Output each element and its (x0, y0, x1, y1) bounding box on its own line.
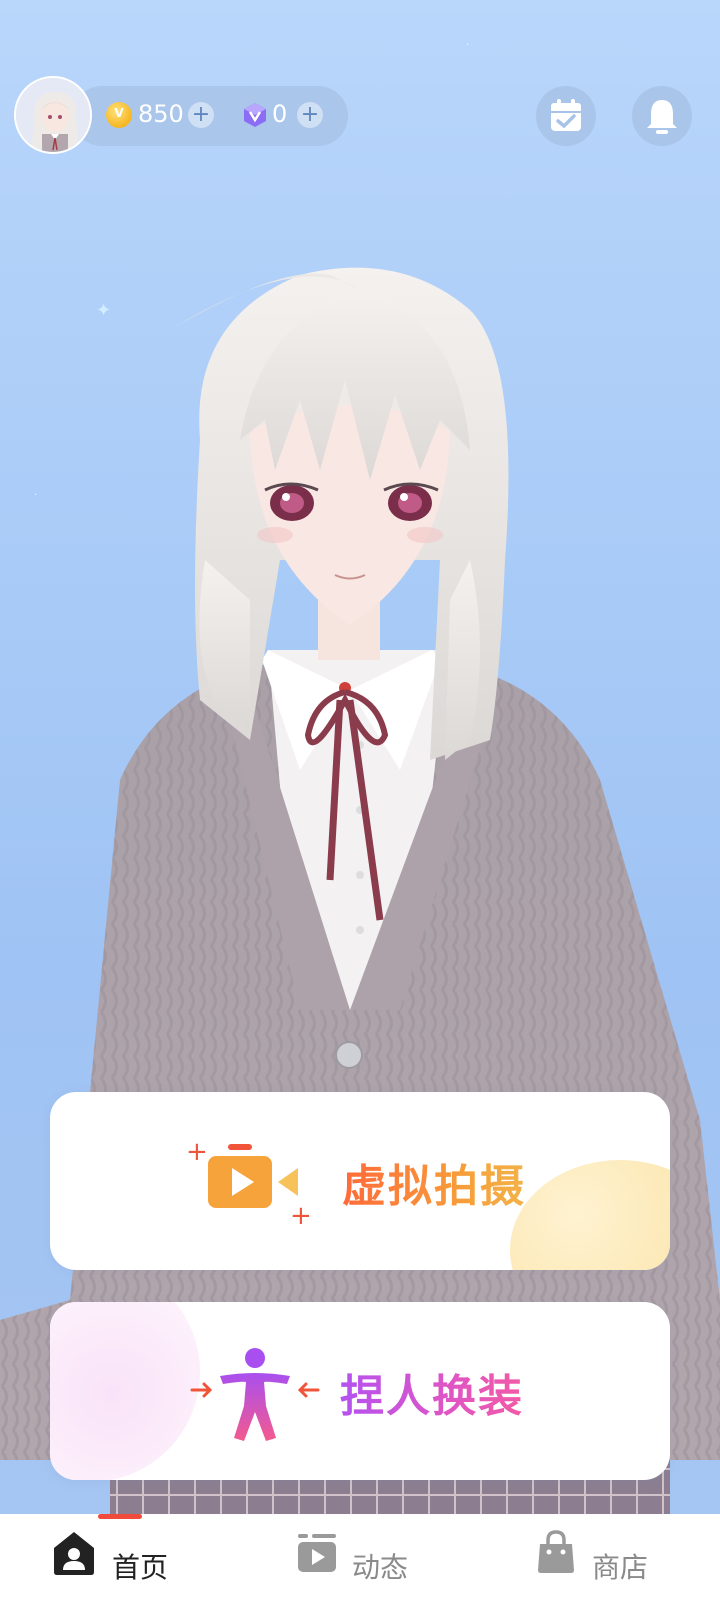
notification-button[interactable] (632, 86, 692, 146)
calendar-check-icon (551, 99, 581, 131)
gem-icon (244, 103, 266, 127)
avatar[interactable] (14, 76, 92, 154)
nav-feed[interactable]: 动态 (296, 1524, 436, 1594)
virtual-shoot-label: 虚拟拍摄 (342, 1150, 526, 1214)
calendar-button[interactable] (536, 86, 596, 146)
svg-text:+: + (186, 1137, 208, 1167)
customize-label: 捏人换装 (340, 1360, 524, 1424)
avatar-image (16, 78, 90, 152)
home-person-icon (54, 1532, 94, 1575)
nav-home-label: 首页 (112, 1551, 169, 1584)
gem-balance: 0 (272, 100, 288, 128)
nav-store[interactable]: 商店 (536, 1524, 676, 1594)
body-customize-icon (190, 1348, 320, 1441)
nav-feed-label: 动态 (352, 1551, 409, 1584)
video-camera-icon: + + (186, 1137, 312, 1226)
card-glow (50, 1302, 200, 1480)
card-glow (510, 1160, 670, 1270)
coin-icon (106, 102, 132, 128)
bell-icon (647, 100, 677, 134)
svg-text:+: + (290, 1201, 312, 1226)
character-model[interactable] (0, 0, 720, 1520)
nav-store-label: 商店 (592, 1551, 649, 1584)
coin-balance: 850 (138, 100, 184, 128)
video-feed-icon (298, 1534, 336, 1572)
nav-home[interactable]: 首页 (52, 1524, 192, 1594)
bottom-nav: 首页 动态 商店 (0, 1514, 720, 1600)
add-coins-button[interactable]: + (188, 102, 214, 128)
add-gems-button[interactable]: + (297, 102, 323, 128)
top-bar: 850 + 0 + (0, 0, 720, 154)
virtual-shoot-card[interactable]: + + 虚拟拍摄 (50, 1092, 670, 1270)
customize-card[interactable]: 捏人换装 (50, 1302, 670, 1480)
nav-active-indicator (98, 1514, 142, 1519)
shopping-bag-icon (538, 1530, 574, 1573)
